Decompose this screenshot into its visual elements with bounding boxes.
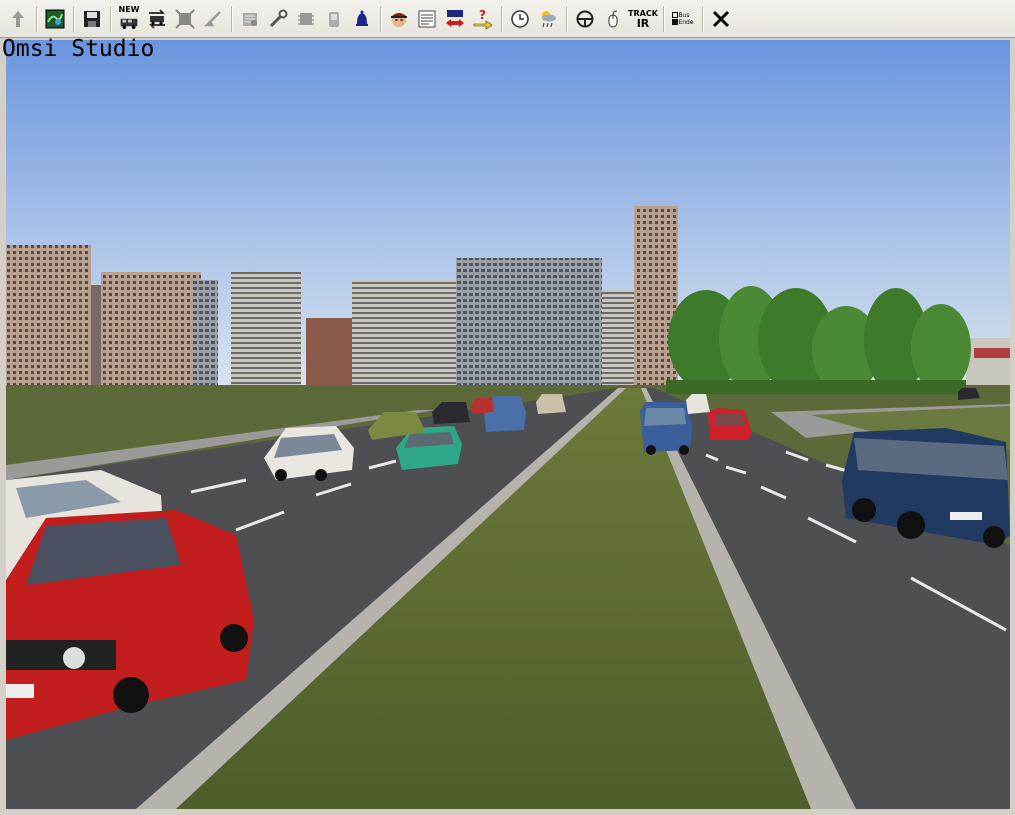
clock-icon (511, 9, 529, 28)
route-swap-icon (446, 9, 464, 27)
overlay-title: Omsi Studio (2, 36, 155, 62)
separator (501, 5, 502, 32)
separator (110, 5, 111, 32)
separator (73, 5, 74, 32)
wrench-button[interactable] (264, 5, 292, 33)
van-blue-center (640, 402, 692, 455)
check2-label: Ende (678, 18, 694, 26)
pointer-button[interactable] (199, 5, 227, 33)
swap-bus-button[interactable] (143, 5, 171, 33)
driver-icon (391, 12, 407, 27)
mouse-icon (608, 10, 618, 27)
weather-button[interactable] (534, 5, 562, 33)
checkbox-icon: Bus Ende (672, 11, 694, 26)
new-bus-button[interactable]: NEW (115, 5, 143, 33)
schedule-icon (418, 10, 436, 27)
pointer-icon (203, 10, 221, 26)
checkbox-button[interactable]: Bus Ende (668, 5, 698, 33)
check1-label: Bus (678, 11, 690, 19)
arrow-up-icon (12, 10, 24, 27)
frame-button[interactable] (171, 5, 199, 33)
steering-wheel-icon (576, 10, 594, 27)
trackir-button[interactable]: TRACK IR (627, 5, 659, 33)
3d-viewport[interactable] (6, 40, 1010, 809)
chip-button[interactable] (292, 5, 320, 33)
road-scene (6, 40, 1010, 809)
ticket-icon (243, 12, 257, 26)
route-swap-button[interactable] (441, 5, 469, 33)
svg-text:?: ? (479, 8, 486, 22)
frame-icon (175, 8, 195, 29)
save-button[interactable] (78, 5, 106, 33)
new-bus-icon (120, 18, 138, 29)
driver-button[interactable] (385, 5, 413, 33)
map-button[interactable] (41, 5, 69, 33)
save-icon (84, 10, 100, 27)
swap-bus-icon (149, 8, 165, 29)
weather-icon (542, 10, 556, 27)
help-arrow-button[interactable]: ? (469, 5, 497, 33)
chip-icon (298, 12, 314, 25)
close-button[interactable] (707, 5, 735, 33)
arrow-up-button[interactable] (4, 5, 32, 33)
separator (663, 5, 664, 32)
schedule-button[interactable] (413, 5, 441, 33)
ir-label: IR (636, 16, 650, 30)
toolbar: NEW ? TRACK IR Bus Ende (0, 0, 1015, 38)
separator (36, 5, 37, 32)
separator (702, 5, 703, 32)
door-icon (329, 11, 339, 27)
separator (231, 5, 232, 32)
clock-button[interactable] (506, 5, 534, 33)
close-icon (712, 10, 730, 27)
door-button[interactable] (320, 5, 348, 33)
map-icon (45, 9, 65, 28)
ticket-button[interactable] (236, 5, 264, 33)
mouse-button[interactable] (599, 5, 627, 33)
new-label: NEW (118, 4, 140, 14)
help-arrow-icon: ? (473, 8, 493, 30)
car-white-far (686, 394, 710, 414)
car-beige (536, 394, 566, 414)
separator (566, 5, 567, 32)
steering-wheel-button[interactable] (571, 5, 599, 33)
trackir-icon: TRACK IR (628, 9, 658, 29)
separator (380, 5, 381, 32)
car-far-right (958, 388, 980, 400)
wrench-icon (269, 9, 288, 27)
bell-icon (356, 10, 368, 26)
bell-button[interactable] (348, 5, 376, 33)
